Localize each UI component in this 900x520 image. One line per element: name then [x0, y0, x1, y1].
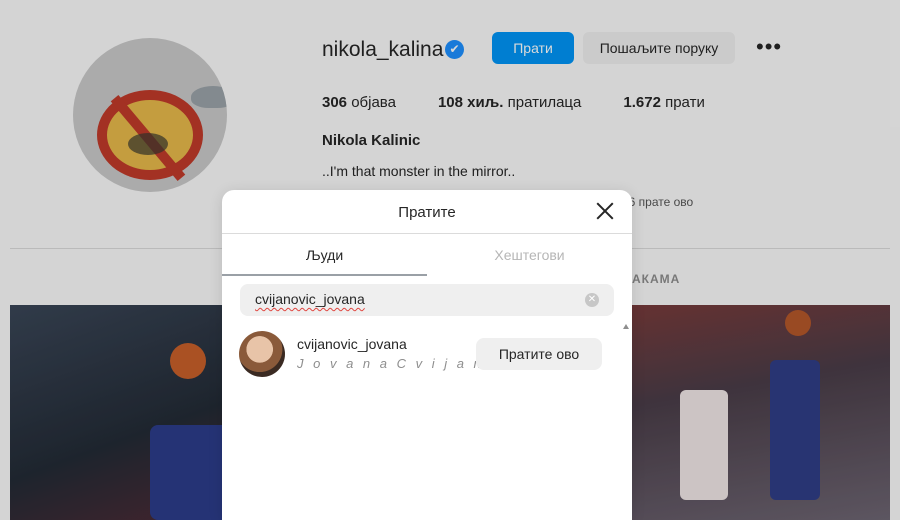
active-tab-indicator	[222, 274, 427, 276]
avatar[interactable]	[239, 331, 285, 377]
scroll-up-arrow-icon[interactable]	[623, 324, 629, 329]
dialog-title: Пратите	[398, 204, 456, 221]
follow-this-button[interactable]: Пратите ово	[476, 338, 602, 370]
following-dialog: Пратите Људи Хештегови cvijanovic_jovana…	[222, 190, 632, 520]
clear-search-icon[interactable]: ✕	[585, 293, 599, 307]
list-item[interactable]: cvijanovic_jovana J o v a n a C v i j a …	[222, 328, 622, 384]
scrollbar[interactable]	[623, 324, 629, 520]
dialog-header: Пратите	[222, 190, 632, 234]
dialog-tabs: Људи Хештегови	[222, 234, 632, 276]
search-input-value[interactable]: cvijanovic_jovana	[255, 291, 365, 307]
tab-people[interactable]: Људи	[222, 234, 427, 276]
tab-hashtags[interactable]: Хештегови	[427, 234, 632, 276]
close-icon[interactable]	[592, 198, 618, 224]
search-input[interactable]: cvijanovic_jovana ✕	[240, 284, 614, 316]
result-username[interactable]: cvijanovic_jovana	[297, 336, 407, 352]
